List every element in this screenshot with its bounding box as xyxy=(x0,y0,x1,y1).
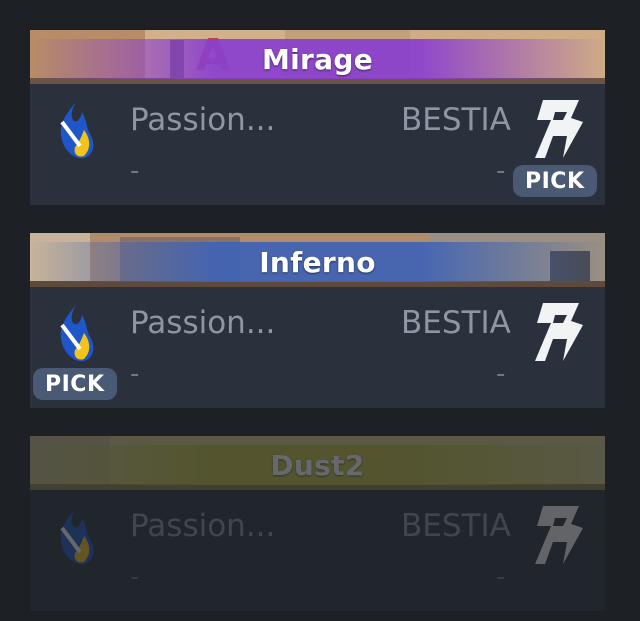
map-banner: Dust2 xyxy=(30,436,605,490)
team-right-score: - xyxy=(496,562,506,592)
team-left-score: - xyxy=(130,359,140,389)
pick-badge: PICK xyxy=(513,165,597,197)
team-right-name: BESTIA xyxy=(401,508,511,544)
passion-flame-logo-icon xyxy=(60,102,94,159)
map-name: Mirage xyxy=(262,42,373,76)
map-banner: A Mirage xyxy=(30,30,605,84)
map-banner: Inferno xyxy=(30,233,605,287)
bestia-b-logo-icon xyxy=(535,100,583,158)
team-left-name: Passion... xyxy=(130,102,276,138)
pick-badge: PICK xyxy=(33,368,117,400)
map-name-strip: Mirage xyxy=(30,39,605,79)
bestia-b-logo-icon xyxy=(535,303,583,361)
team-right-score: - xyxy=(496,359,506,389)
passion-flame-logo-icon xyxy=(60,508,94,565)
team-right-score: - xyxy=(496,156,506,186)
map-card-inferno[interactable]: Inferno Passion... - PICK BESTIA - xyxy=(30,233,605,408)
team-left-name: Passion... xyxy=(130,508,276,544)
bestia-b-logo-icon xyxy=(535,506,583,564)
map-name: Dust2 xyxy=(270,448,365,482)
map-card-dust2[interactable]: Dust2 Passion... - BESTIA - xyxy=(30,436,605,611)
team-left-score: - xyxy=(130,562,140,592)
team-left-name: Passion... xyxy=(130,305,276,341)
map-name: Inferno xyxy=(259,245,376,279)
passion-flame-logo-icon xyxy=(60,305,94,362)
team-right-name: BESTIA xyxy=(401,305,511,341)
map-card-mirage[interactable]: A Mirage Passion... - BESTIA - PICK xyxy=(30,30,605,205)
map-name-strip: Dust2 xyxy=(30,445,605,485)
team-right-name: BESTIA xyxy=(401,102,511,138)
team-left-score: - xyxy=(130,156,140,186)
map-name-strip: Inferno xyxy=(30,242,605,282)
